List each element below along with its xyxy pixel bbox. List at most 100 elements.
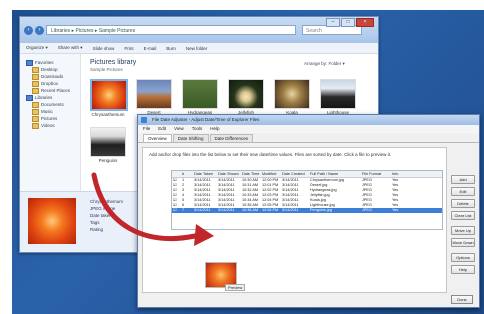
column-header[interactable]: Date Shown bbox=[217, 171, 241, 177]
toolbar-item[interactable]: Share with ▾ bbox=[58, 45, 83, 51]
action-button[interactable]: Edit bbox=[451, 187, 475, 196]
description-text: Add and/or drop files into the list belo… bbox=[149, 152, 392, 157]
sidebar-item-label: Music bbox=[41, 109, 53, 114]
thumbnail-image bbox=[320, 79, 356, 109]
action-button[interactable]: Delete bbox=[451, 199, 475, 208]
thumbnail-penguins[interactable]: Penguins bbox=[90, 127, 126, 163]
folder-icon bbox=[32, 66, 39, 73]
table-cell: 3/14/2011 bbox=[218, 208, 235, 212]
tab-item[interactable]: Date Differences bbox=[209, 134, 253, 142]
action-button[interactable]: Move Up bbox=[451, 226, 475, 235]
sidebar-item[interactable]: Documents bbox=[26, 101, 80, 108]
action-button[interactable]: Options bbox=[451, 253, 475, 262]
toolbar-item[interactable]: E-mail bbox=[144, 46, 157, 51]
toolbar-item[interactable]: Organize ▾ bbox=[26, 45, 48, 51]
folder-icon bbox=[32, 80, 39, 87]
table-cell: 3/14/2011 bbox=[282, 208, 299, 212]
sidebar-item[interactable]: Music bbox=[26, 108, 80, 115]
explorer-toolbar: Organize ▾ Share with ▾ Slide show Print E-m… bbox=[20, 43, 378, 54]
table-cell: Yes bbox=[392, 208, 399, 212]
folder-icon bbox=[32, 87, 39, 94]
nav-buttons: ‹ › bbox=[24, 26, 44, 35]
column-header[interactable]: Full Path / Name bbox=[309, 171, 361, 177]
toolbar-item[interactable]: Burn bbox=[166, 46, 176, 51]
column-header[interactable]: # bbox=[181, 171, 193, 177]
action-button[interactable]: Move Down bbox=[451, 238, 475, 247]
action-button[interactable]: Help bbox=[451, 265, 475, 274]
sidebar-item-label: Pictures bbox=[41, 116, 58, 121]
sidebar-item-label: Recent Places bbox=[41, 88, 71, 93]
toolbar-item[interactable]: New folder bbox=[186, 46, 208, 51]
thumbnail[interactable]: Koala bbox=[274, 79, 310, 117]
action-button[interactable]: Clear List bbox=[451, 211, 475, 220]
tab-item[interactable]: Overview bbox=[143, 134, 172, 142]
minimize-icon[interactable]: – bbox=[326, 18, 340, 27]
column-header[interactable]: Modified bbox=[261, 171, 281, 177]
tab-item[interactable]: Date Shifting bbox=[172, 134, 209, 142]
sidebar-item[interactable]: Desktop bbox=[26, 66, 80, 73]
library-title: Pictures library bbox=[90, 59, 137, 66]
thumbnail[interactable]: Desert bbox=[136, 79, 172, 117]
action-button[interactable]: Add bbox=[451, 175, 475, 184]
forward-icon[interactable]: › bbox=[35, 26, 44, 35]
sidebar-item[interactable]: Recent Places bbox=[26, 87, 80, 94]
app-title: File Date Adjuster - Adjust Date/Time of… bbox=[152, 117, 260, 122]
sidebar-item-label: Dropbox bbox=[41, 81, 59, 86]
app-titlebar: File Date Adjuster - Adjust Date/Time of… bbox=[138, 115, 479, 125]
thumbnail[interactable]: Lighthouse bbox=[320, 79, 356, 117]
sidebar-item[interactable]: Favorites bbox=[26, 59, 80, 66]
detail-line: Date taken bbox=[90, 213, 112, 218]
column-header[interactable]: Info bbox=[391, 171, 413, 177]
thumbnail-grid: Chrysanthemum Desert Hydrangeas Jellyfish Ko… bbox=[90, 79, 356, 117]
file-table[interactable]: # Date Taken Date Shown Date Time Modified Da… bbox=[171, 170, 443, 230]
menu-item[interactable]: File bbox=[143, 125, 150, 133]
column-header[interactable]: File Format bbox=[361, 171, 391, 177]
maximize-icon[interactable]: □ bbox=[341, 18, 355, 27]
sidebar-item-label: Videos bbox=[41, 123, 55, 128]
thumbnail-image bbox=[182, 79, 218, 109]
thumbnail[interactable]: Hydrangeas bbox=[182, 79, 218, 117]
menu-bar: File Edit View Tools Help bbox=[138, 125, 479, 133]
menu-item[interactable]: Tools bbox=[192, 125, 203, 133]
folder-icon bbox=[32, 73, 39, 80]
thumbnail-image bbox=[274, 79, 310, 109]
table-cell: 3/14/2011 bbox=[194, 208, 211, 212]
library-subtitle: Sample Pictures bbox=[90, 67, 123, 72]
folder-icon bbox=[26, 59, 33, 66]
arrange-by-dropdown[interactable]: Arrange by: Folder ▾ bbox=[304, 61, 345, 67]
detail-line: Chrysanthemum bbox=[90, 199, 124, 204]
thumbnail[interactable]: Chrysanthemum bbox=[90, 79, 128, 117]
toolbar-item[interactable]: Slide show bbox=[93, 46, 115, 51]
column-header[interactable]: Date Taken bbox=[193, 171, 217, 177]
toolbar-item[interactable]: Print bbox=[124, 46, 133, 51]
sidebar-item[interactable]: Pictures bbox=[26, 115, 80, 122]
sidebar-item[interactable]: Videos bbox=[26, 122, 80, 129]
action-buttons: Add Edit Delete Clear List Move Up Move Down O… bbox=[451, 175, 475, 277]
sidebar-item[interactable]: Downloads bbox=[26, 73, 80, 80]
sidebar-item[interactable]: Libraries bbox=[26, 94, 80, 101]
done-button[interactable]: Done bbox=[451, 295, 473, 304]
table-cell: Penguins.jpg bbox=[310, 208, 332, 212]
column-header[interactable]: Date Time bbox=[241, 171, 261, 177]
column-header[interactable] bbox=[172, 171, 181, 177]
thumbnail-image bbox=[228, 79, 264, 109]
menu-item[interactable]: View bbox=[174, 125, 184, 133]
table-row[interactable]: ☑ 7 3/14/2011 3/14/2011 10:36 AM 12:06 PM 3/14… bbox=[172, 208, 442, 213]
menu-item[interactable]: Edit bbox=[158, 125, 166, 133]
menu-item[interactable]: Help bbox=[210, 125, 219, 133]
thumbnail[interactable]: Jellyfish bbox=[228, 79, 264, 117]
back-icon[interactable]: ‹ bbox=[24, 26, 33, 35]
sidebar-item-label: Libraries bbox=[35, 95, 53, 100]
folder-icon bbox=[32, 108, 39, 115]
column-header[interactable]: Date Created bbox=[281, 171, 309, 177]
preview-label: Preview bbox=[225, 284, 246, 291]
folder-icon bbox=[32, 122, 39, 129]
table-cell: ☑ bbox=[173, 208, 177, 212]
close-icon[interactable]: × bbox=[356, 18, 374, 27]
detail-line: Rating bbox=[90, 227, 104, 232]
sidebar-item[interactable]: Dropbox bbox=[26, 80, 80, 87]
table-cell: JPEG bbox=[362, 208, 372, 212]
address-bar[interactable]: Libraries ▸ Pictures ▸ Sample Pictures bbox=[46, 25, 296, 35]
app-window: File Date Adjuster - Adjust Date/Time of… bbox=[137, 114, 480, 308]
detail-line: JPEG image bbox=[90, 206, 116, 211]
